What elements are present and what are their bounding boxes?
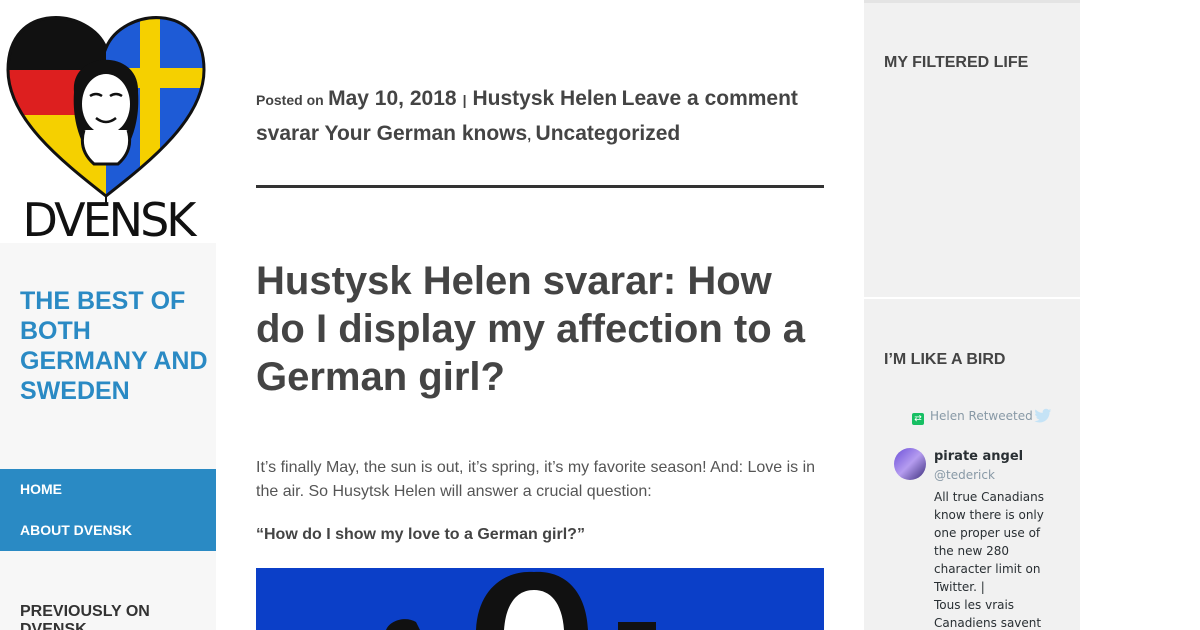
- post-category-link[interactable]: Uncategorized: [536, 122, 681, 145]
- post-tags-link[interactable]: svarar Your German knows: [256, 122, 527, 145]
- tweet-text-line-1: All true Canadians know there is only on…: [934, 490, 1044, 594]
- tweet-author-handle[interactable]: @tederick: [934, 468, 995, 482]
- left-sidebar: DVENSK THE BEST OF BOTH GERMANY AND SWED…: [0, 0, 216, 630]
- retweet-text: Helen Retweeted: [930, 409, 1033, 423]
- post-title: Hustysk Helen svarar: How do I display m…: [256, 259, 805, 399]
- post-question: “How do I show my love to a German girl?…: [256, 526, 585, 543]
- post-author-link[interactable]: Hustysk Helen: [472, 87, 617, 110]
- previously-widget-title: PREVIOUSLY ON DVENSK: [20, 603, 150, 630]
- tweet-text-line-2: Tous les vrais Canadiens savent: [934, 598, 1042, 630]
- post-image: [256, 568, 824, 630]
- post-intro-paragraph: It’s finally May, the sun is out, it’s s…: [256, 459, 816, 500]
- retweet-label: ⇄ Helen Retweeted: [912, 408, 1052, 425]
- tweet-text: All true Canadians know there is only on…: [934, 488, 1054, 630]
- filtered-life-widget-title: MY FILTERED LIFE: [884, 54, 1029, 71]
- meta-comma: ,: [527, 127, 532, 143]
- nav-item-home[interactable]: HOME: [20, 481, 62, 497]
- post-date-link[interactable]: May 10, 2018: [328, 87, 456, 110]
- retweet-icon: ⇄: [912, 413, 924, 425]
- tweet-author-name[interactable]: pirate angel: [934, 449, 1023, 464]
- svg-text:DVENSK: DVENSK: [23, 193, 199, 243]
- twitter-bird-icon[interactable]: [1034, 408, 1052, 424]
- leave-comment-link[interactable]: Leave a comment: [622, 87, 798, 110]
- main-nav: HOME ABOUT DVENSK: [0, 469, 216, 551]
- tweet-author-avatar[interactable]: [894, 448, 926, 480]
- meta-divider: [256, 185, 824, 188]
- widget-divider: [864, 297, 1080, 299]
- site-title[interactable]: THE BEST OF BOTH GERMANY AND SWEDEN: [20, 286, 210, 406]
- nav-item-about-dvensk[interactable]: ABOUT DVENSK: [20, 522, 132, 538]
- posted-on-label: Posted on: [256, 92, 324, 108]
- site-logo[interactable]: DVENSK: [0, 0, 216, 243]
- post-image-illustration: [256, 568, 824, 630]
- meta-separator: |: [462, 92, 467, 108]
- heart-flag-logo-icon: DVENSK: [6, 16, 206, 243]
- post-meta: Posted on May 10, 2018 | Hustysk Helen Lea…: [256, 82, 824, 152]
- bird-widget-title: I’M LIKE A BIRD: [884, 351, 1006, 368]
- right-sidebar: MY FILTERED LIFE I’M LIKE A BIRD ⇄ Helen …: [864, 0, 1080, 630]
